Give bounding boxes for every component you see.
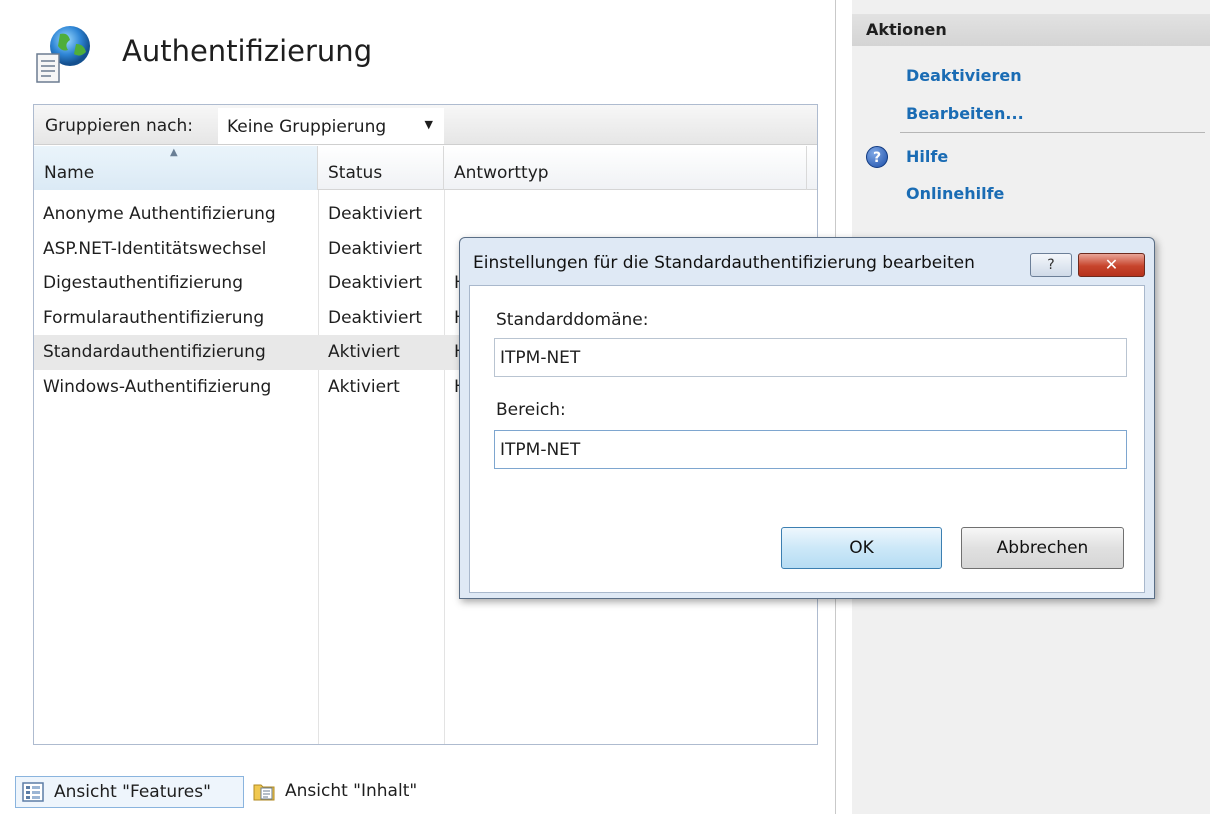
content-view-icon <box>253 784 275 801</box>
content-view-button[interactable]: Ansicht "Inhalt" <box>247 776 447 808</box>
row-status: Deaktiviert <box>328 238 423 259</box>
row-status: Deaktiviert <box>328 307 423 328</box>
deactivate-link[interactable]: Deaktivieren <box>906 66 1022 85</box>
realm-label: Bereich: <box>496 400 566 420</box>
column-header-status-label: Status <box>328 163 383 183</box>
features-view-button[interactable]: Ansicht "Features" <box>15 776 244 808</box>
authentication-globe-icon <box>36 26 90 83</box>
row-name: Standardauthentifizierung <box>43 342 266 363</box>
row-status: Deaktiviert <box>328 273 423 294</box>
help-link[interactable]: Hilfe <box>906 147 948 166</box>
dialog-titlebar[interactable]: Einstellungen für die Standardauthentifi… <box>460 238 1154 282</box>
dialog-title: Einstellungen für die Standardauthentifi… <box>473 253 975 273</box>
column-header-name-label: Name <box>44 163 95 183</box>
column-header-response-type[interactable]: Antworttyp <box>444 146 807 190</box>
column-header-status[interactable]: Status <box>318 146 444 190</box>
row-name: Windows-Authentifizierung <box>43 376 272 397</box>
default-domain-input[interactable] <box>494 338 1127 377</box>
help-icon: ? <box>866 146 888 168</box>
content-view-label: Ansicht "Inhalt" <box>285 781 418 801</box>
dialog-body: Standarddomäne: Bereich: OK Abbrechen <box>469 285 1145 593</box>
actions-divider <box>900 132 1205 133</box>
column-header-response-type-label: Antworttyp <box>454 163 549 183</box>
group-by-dropdown[interactable]: Keine Gruppierung ▼ <box>218 108 444 144</box>
sort-ascending-icon: ▲ <box>170 147 178 158</box>
page-title: Authentifizierung <box>122 34 373 68</box>
features-view-icon <box>22 782 44 802</box>
default-domain-label: Standarddomäne: <box>496 310 649 330</box>
group-by-bar: Gruppieren nach: Keine Gruppierung ▼ <box>34 105 817 145</box>
row-status: Aktiviert <box>328 342 400 363</box>
row-name: Anonyme Authentifizierung <box>43 204 276 224</box>
row-status: Deaktiviert <box>328 204 423 224</box>
group-by-value: Keine Gruppierung <box>227 117 387 137</box>
actions-title: Aktionen <box>852 14 1210 46</box>
row-name: Digestauthentifizierung <box>43 273 243 294</box>
dropdown-arrow-icon: ▼ <box>424 118 433 131</box>
row-name: Formularauthentifizierung <box>43 307 265 328</box>
realm-input[interactable] <box>494 430 1127 469</box>
row-name: ASP.NET-Identitätswechsel <box>43 238 267 259</box>
ok-button[interactable]: OK <box>781 527 942 569</box>
column-header-name[interactable]: ▲ Name <box>34 146 318 190</box>
row-status: Aktiviert <box>328 376 400 397</box>
dialog-help-button[interactable]: ? <box>1030 253 1072 277</box>
dialog-close-button[interactable]: ✕ <box>1078 253 1145 277</box>
table-row[interactable]: Anonyme Authentifizierung Deaktiviert <box>34 197 817 232</box>
cancel-button[interactable]: Abbrechen <box>961 527 1124 569</box>
edit-link[interactable]: Bearbeiten... <box>906 104 1024 123</box>
edit-basic-auth-dialog: Einstellungen für die Standardauthentifi… <box>459 237 1155 599</box>
page-header: Authentifizierung <box>0 0 836 100</box>
group-by-label: Gruppieren nach: <box>45 116 193 136</box>
features-view-label: Ansicht "Features" <box>54 782 211 802</box>
column-header-row: ▲ Name Status Antworttyp <box>34 146 817 190</box>
online-help-link[interactable]: Onlinehilfe <box>906 184 1004 203</box>
